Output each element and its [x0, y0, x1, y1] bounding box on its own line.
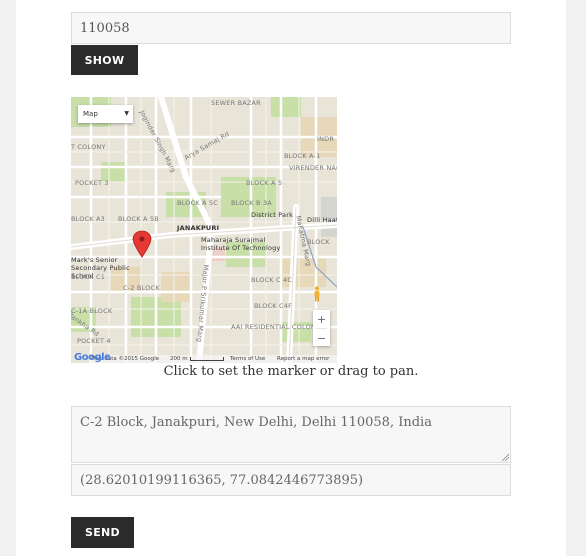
zip-input[interactable] [71, 12, 511, 44]
map-label: BLOCK B 3A [231, 199, 272, 207]
chevron-down-icon: ▼ [124, 110, 129, 117]
google-logo: Google [74, 352, 111, 363]
map-label: INDR [317, 135, 335, 143]
send-button[interactable]: SEND [71, 517, 134, 548]
map-label: BLOCK A-1 [284, 152, 321, 160]
map-label: BLOCK [307, 238, 330, 246]
coordinates-field[interactable] [71, 464, 511, 496]
map-label: Dilli Haat [307, 216, 337, 224]
scale-label: 200 m [170, 356, 188, 362]
map-type-select[interactable]: Map ▼ [78, 105, 133, 123]
map-label: C-2 BLOCK [123, 284, 160, 292]
map-label: AAI RESIDENTIAL COLONY [231, 323, 321, 331]
map-label: JANAKPURI [177, 224, 220, 232]
terms-link[interactable]: Terms of Use [230, 356, 265, 362]
map-label: Maharaja Surajmal Institute Of Technolog… [201, 236, 281, 252]
map-label: POCKET 4 [77, 337, 111, 345]
scale-bar [190, 357, 224, 361]
map-label: POCKET 3 [75, 179, 109, 187]
map-attribution: Map data ©2015 Google 200 m Terms of Use… [71, 353, 337, 363]
address-field[interactable] [71, 406, 511, 463]
map-label: SEWER BAZAR [211, 99, 261, 107]
pegman-icon[interactable] [313, 286, 329, 304]
resize-handle-icon[interactable] [501, 453, 510, 462]
map-label: BLOCK C1 [71, 273, 106, 281]
map-label: BLOCK C4F [254, 302, 293, 310]
map-label: BLOCK A 5 [246, 179, 283, 187]
map-type-label: Map [83, 110, 98, 118]
map-label: BLOCK A 5C [177, 199, 219, 207]
map-label: District Park [251, 211, 294, 219]
map-label: T COLONY [71, 143, 106, 151]
map-label: C-1A BLOCK [71, 307, 113, 315]
map-label: BLOCK C 4C [251, 276, 293, 284]
map-canvas[interactable]: SEWER BAZAR INDR T COLONY BLOCK A-1 VIRE… [71, 97, 337, 363]
map-hint-text: Click to set the marker or drag to pan. [163, 364, 419, 379]
map-label: BLOCK A3 [71, 215, 106, 223]
zoom-in-button[interactable]: + [313, 310, 330, 328]
map-label: BLOCK A 5B [118, 215, 159, 223]
zoom-out-button[interactable]: − [313, 329, 330, 347]
zoom-control: + − [313, 310, 330, 346]
map-label: VIRENDER NAGAR [289, 164, 337, 172]
show-button[interactable]: SHOW [71, 45, 138, 75]
report-map-error-link[interactable]: Report a map error [277, 356, 329, 362]
